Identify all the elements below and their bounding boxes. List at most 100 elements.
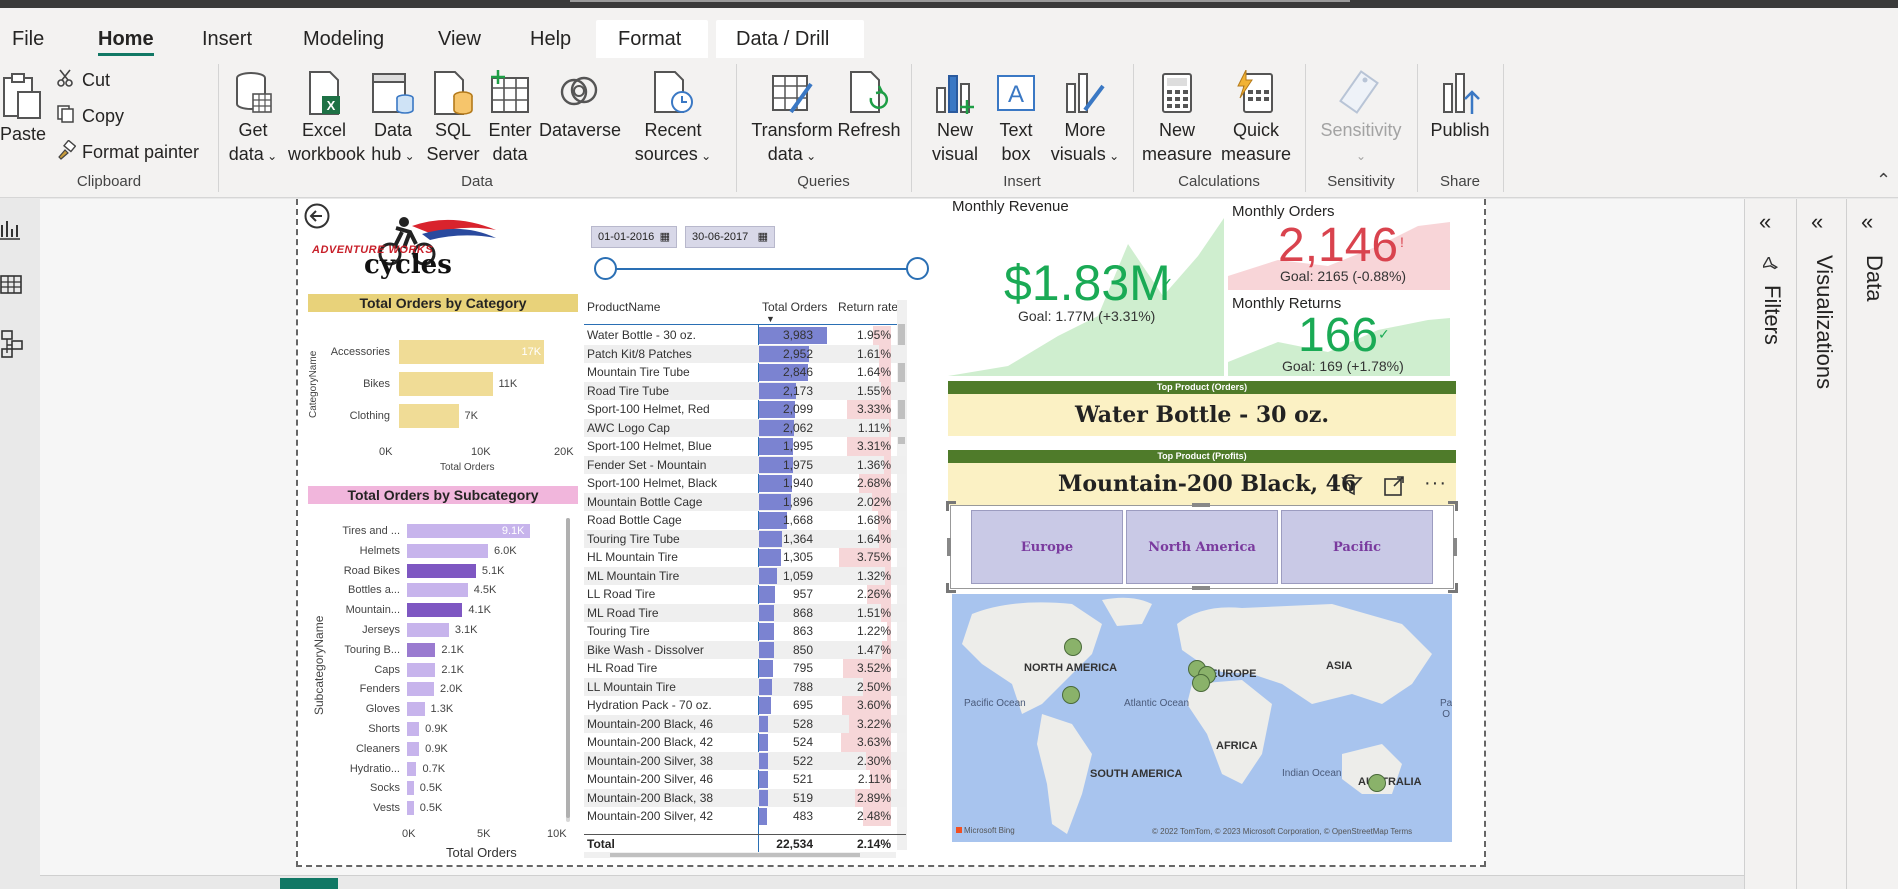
- collapse-chevron-icon[interactable]: «: [1861, 209, 1873, 235]
- quick-measure-button[interactable]: Quick measure: [1217, 70, 1295, 166]
- table-view-icon[interactable]: [0, 273, 22, 297]
- collapse-chevron-icon[interactable]: «: [1811, 209, 1823, 235]
- map-point[interactable]: [1064, 638, 1082, 656]
- slicer-end-handle[interactable]: [906, 257, 929, 280]
- data-hub-button[interactable]: Data hub ⌄: [366, 70, 420, 168]
- excel-workbook-button[interactable]: X Excel workbook: [288, 70, 365, 166]
- table-row[interactable]: Mountain-200 Silver, 38 522 2.30%: [584, 751, 906, 770]
- table-row[interactable]: LL Mountain Tire 788 2.50%: [584, 677, 906, 696]
- table-row[interactable]: AWC Logo Cap 2,062 1.11%: [584, 418, 906, 437]
- table-row[interactable]: Mountain Tire Tube 2,846 1.64%: [584, 363, 906, 382]
- collapse-ribbon-icon[interactable]: ⌃: [1876, 170, 1891, 191]
- table-row[interactable]: Sport-100 Helmet, Black 1,940 2.68%: [584, 474, 906, 493]
- map-visual[interactable]: NORTH AMERICA EUROPE ASIA AFRICA SOUTH A…: [952, 594, 1452, 842]
- map-point[interactable]: [1368, 774, 1386, 792]
- enter-data-button[interactable]: Enter data: [484, 70, 536, 166]
- page-tab-active[interactable]: [280, 878, 338, 889]
- filter-icon[interactable]: [1340, 474, 1364, 498]
- publish-button[interactable]: Publish: [1423, 70, 1497, 142]
- table-row[interactable]: Mountain-200 Black, 42 524 3.63%: [584, 733, 906, 752]
- tab-format[interactable]: Format: [596, 20, 708, 58]
- text-box-button[interactable]: A Text box: [991, 70, 1041, 166]
- slicer-end-date[interactable]: 30-06-2017 ▦: [685, 226, 775, 248]
- table-row[interactable]: Touring Tire 863 1.22%: [584, 622, 906, 641]
- map-point[interactable]: [1192, 674, 1210, 692]
- slicer-start-date[interactable]: 01-01-2016 ▦: [591, 226, 677, 248]
- resize-handle[interactable]: [946, 501, 956, 511]
- report-view-icon[interactable]: [0, 217, 22, 241]
- resize-handle[interactable]: [1192, 503, 1210, 507]
- title-strip: [0, 0, 1898, 8]
- data-pane[interactable]: « Data: [1846, 199, 1898, 889]
- paste-button[interactable]: Paste: [0, 72, 46, 146]
- table-row[interactable]: Mountain Bottle Cage 1,896 2.02%: [584, 492, 906, 511]
- tab-help[interactable]: Help: [520, 20, 581, 58]
- table-row[interactable]: LL Road Tire 957 2.26%: [584, 585, 906, 604]
- recent-sources-button[interactable]: Recent sources ⌄: [628, 70, 718, 168]
- resize-handle[interactable]: [1448, 583, 1458, 593]
- table-row[interactable]: Sport-100 Helmet, Blue 1,995 3.31%: [584, 437, 906, 456]
- region-button-europe[interactable]: Europe: [971, 510, 1123, 584]
- dataverse-button[interactable]: Dataverse: [538, 70, 622, 142]
- table-row[interactable]: Bike Wash - Dissolver 850 1.47%: [584, 640, 906, 659]
- model-view-icon[interactable]: [0, 329, 24, 359]
- sensitivity-button[interactable]: Sensitivity ⌄: [1309, 70, 1413, 168]
- transform-data-button[interactable]: Transform data ⌄: [750, 70, 834, 168]
- return-rate-cell: 1.32%: [856, 568, 891, 583]
- focus-mode-icon[interactable]: [1382, 474, 1406, 498]
- table-row[interactable]: ML Mountain Tire 1,059 1.32%: [584, 566, 906, 585]
- collapse-chevron-icon[interactable]: «: [1759, 209, 1771, 235]
- get-data-button[interactable]: Get data ⌄: [228, 70, 278, 168]
- table-row[interactable]: Mountain-200 Black, 38 519 2.89%: [584, 788, 906, 807]
- table-row[interactable]: HL Mountain Tire 1,305 3.75%: [584, 548, 906, 567]
- more-options-icon[interactable]: ···: [1424, 472, 1447, 495]
- table-header-orders[interactable]: Total Orders: [762, 300, 827, 314]
- table-row[interactable]: HL Road Tire 795 3.52%: [584, 659, 906, 678]
- total-orders-cell: 1,059: [782, 568, 813, 583]
- table-row[interactable]: Mountain-200 Black, 46 528 3.22%: [584, 714, 906, 733]
- map-point[interactable]: [1062, 686, 1080, 704]
- resize-handle[interactable]: [946, 583, 956, 593]
- resize-handle[interactable]: [1192, 586, 1210, 590]
- new-visual-button[interactable]: New visual: [927, 70, 983, 166]
- table-header-product[interactable]: ProductName: [587, 300, 660, 314]
- visualizations-pane[interactable]: « Visualizations: [1796, 199, 1846, 889]
- table-row[interactable]: Mountain-200 Silver, 42 483 2.48%: [584, 807, 906, 826]
- kpi-orders-value: 2,146: [1278, 219, 1399, 272]
- tab-insert[interactable]: Insert: [192, 20, 262, 58]
- format-painter-button[interactable]: Format painter: [56, 139, 199, 166]
- resize-handle[interactable]: [1448, 501, 1458, 511]
- table-row[interactable]: Water Bottle - 30 oz. 3,983 1.95%: [584, 326, 906, 345]
- copy-button[interactable]: Copy: [56, 104, 124, 130]
- table-row[interactable]: ML Road Tire 868 1.51%: [584, 603, 906, 622]
- table-horizontal-scrollbar[interactable]: [584, 852, 896, 858]
- tab-home[interactable]: Home: [88, 20, 164, 58]
- refresh-button[interactable]: Refresh: [836, 70, 902, 142]
- slicer-start-handle[interactable]: [594, 257, 617, 280]
- resize-handle[interactable]: [1453, 538, 1457, 556]
- table-row[interactable]: Fender Set - Mountain 1,975 1.36%: [584, 455, 906, 474]
- region-button-pacific[interactable]: Pacific: [1281, 510, 1433, 584]
- resize-handle[interactable]: [947, 538, 951, 556]
- tab-view[interactable]: View: [428, 20, 491, 58]
- table-row[interactable]: Road Tire Tube 2,173 1.55%: [584, 381, 906, 400]
- region-button-north-america[interactable]: North America: [1126, 510, 1278, 584]
- new-measure-button[interactable]: New measure: [1139, 70, 1215, 166]
- table-header-return[interactable]: Return rate: [838, 300, 898, 314]
- table-row[interactable]: Mountain-200 Silver, 46 521 2.11%: [584, 770, 906, 789]
- tab-file[interactable]: File: [2, 20, 54, 58]
- kpi-revenue-title: Monthly Revenue: [952, 198, 1069, 215]
- tab-modeling[interactable]: Modeling: [293, 20, 394, 58]
- cut-button[interactable]: Cut: [56, 68, 110, 94]
- table-row[interactable]: Touring Tire Tube 1,364 1.64%: [584, 529, 906, 548]
- total-orders-cell: 519: [792, 790, 813, 805]
- subcategory-scrollbar[interactable]: [566, 518, 570, 822]
- table-row[interactable]: Hydration Pack - 70 oz. 695 3.60%: [584, 696, 906, 715]
- sql-server-button[interactable]: SQL Server: [426, 70, 480, 166]
- more-visuals-button[interactable]: More visuals ⌄: [1045, 70, 1125, 168]
- product-name: Fender Set - Mountain: [587, 457, 707, 472]
- table-row[interactable]: Sport-100 Helmet, Red 2,099 3.33%: [584, 400, 906, 419]
- tab-data-drill[interactable]: Data / Drill: [716, 20, 864, 58]
- table-row[interactable]: Patch Kit/8 Patches 2,952 1.61%: [584, 344, 906, 363]
- table-row[interactable]: Road Bottle Cage 1,668 1.68%: [584, 511, 906, 530]
